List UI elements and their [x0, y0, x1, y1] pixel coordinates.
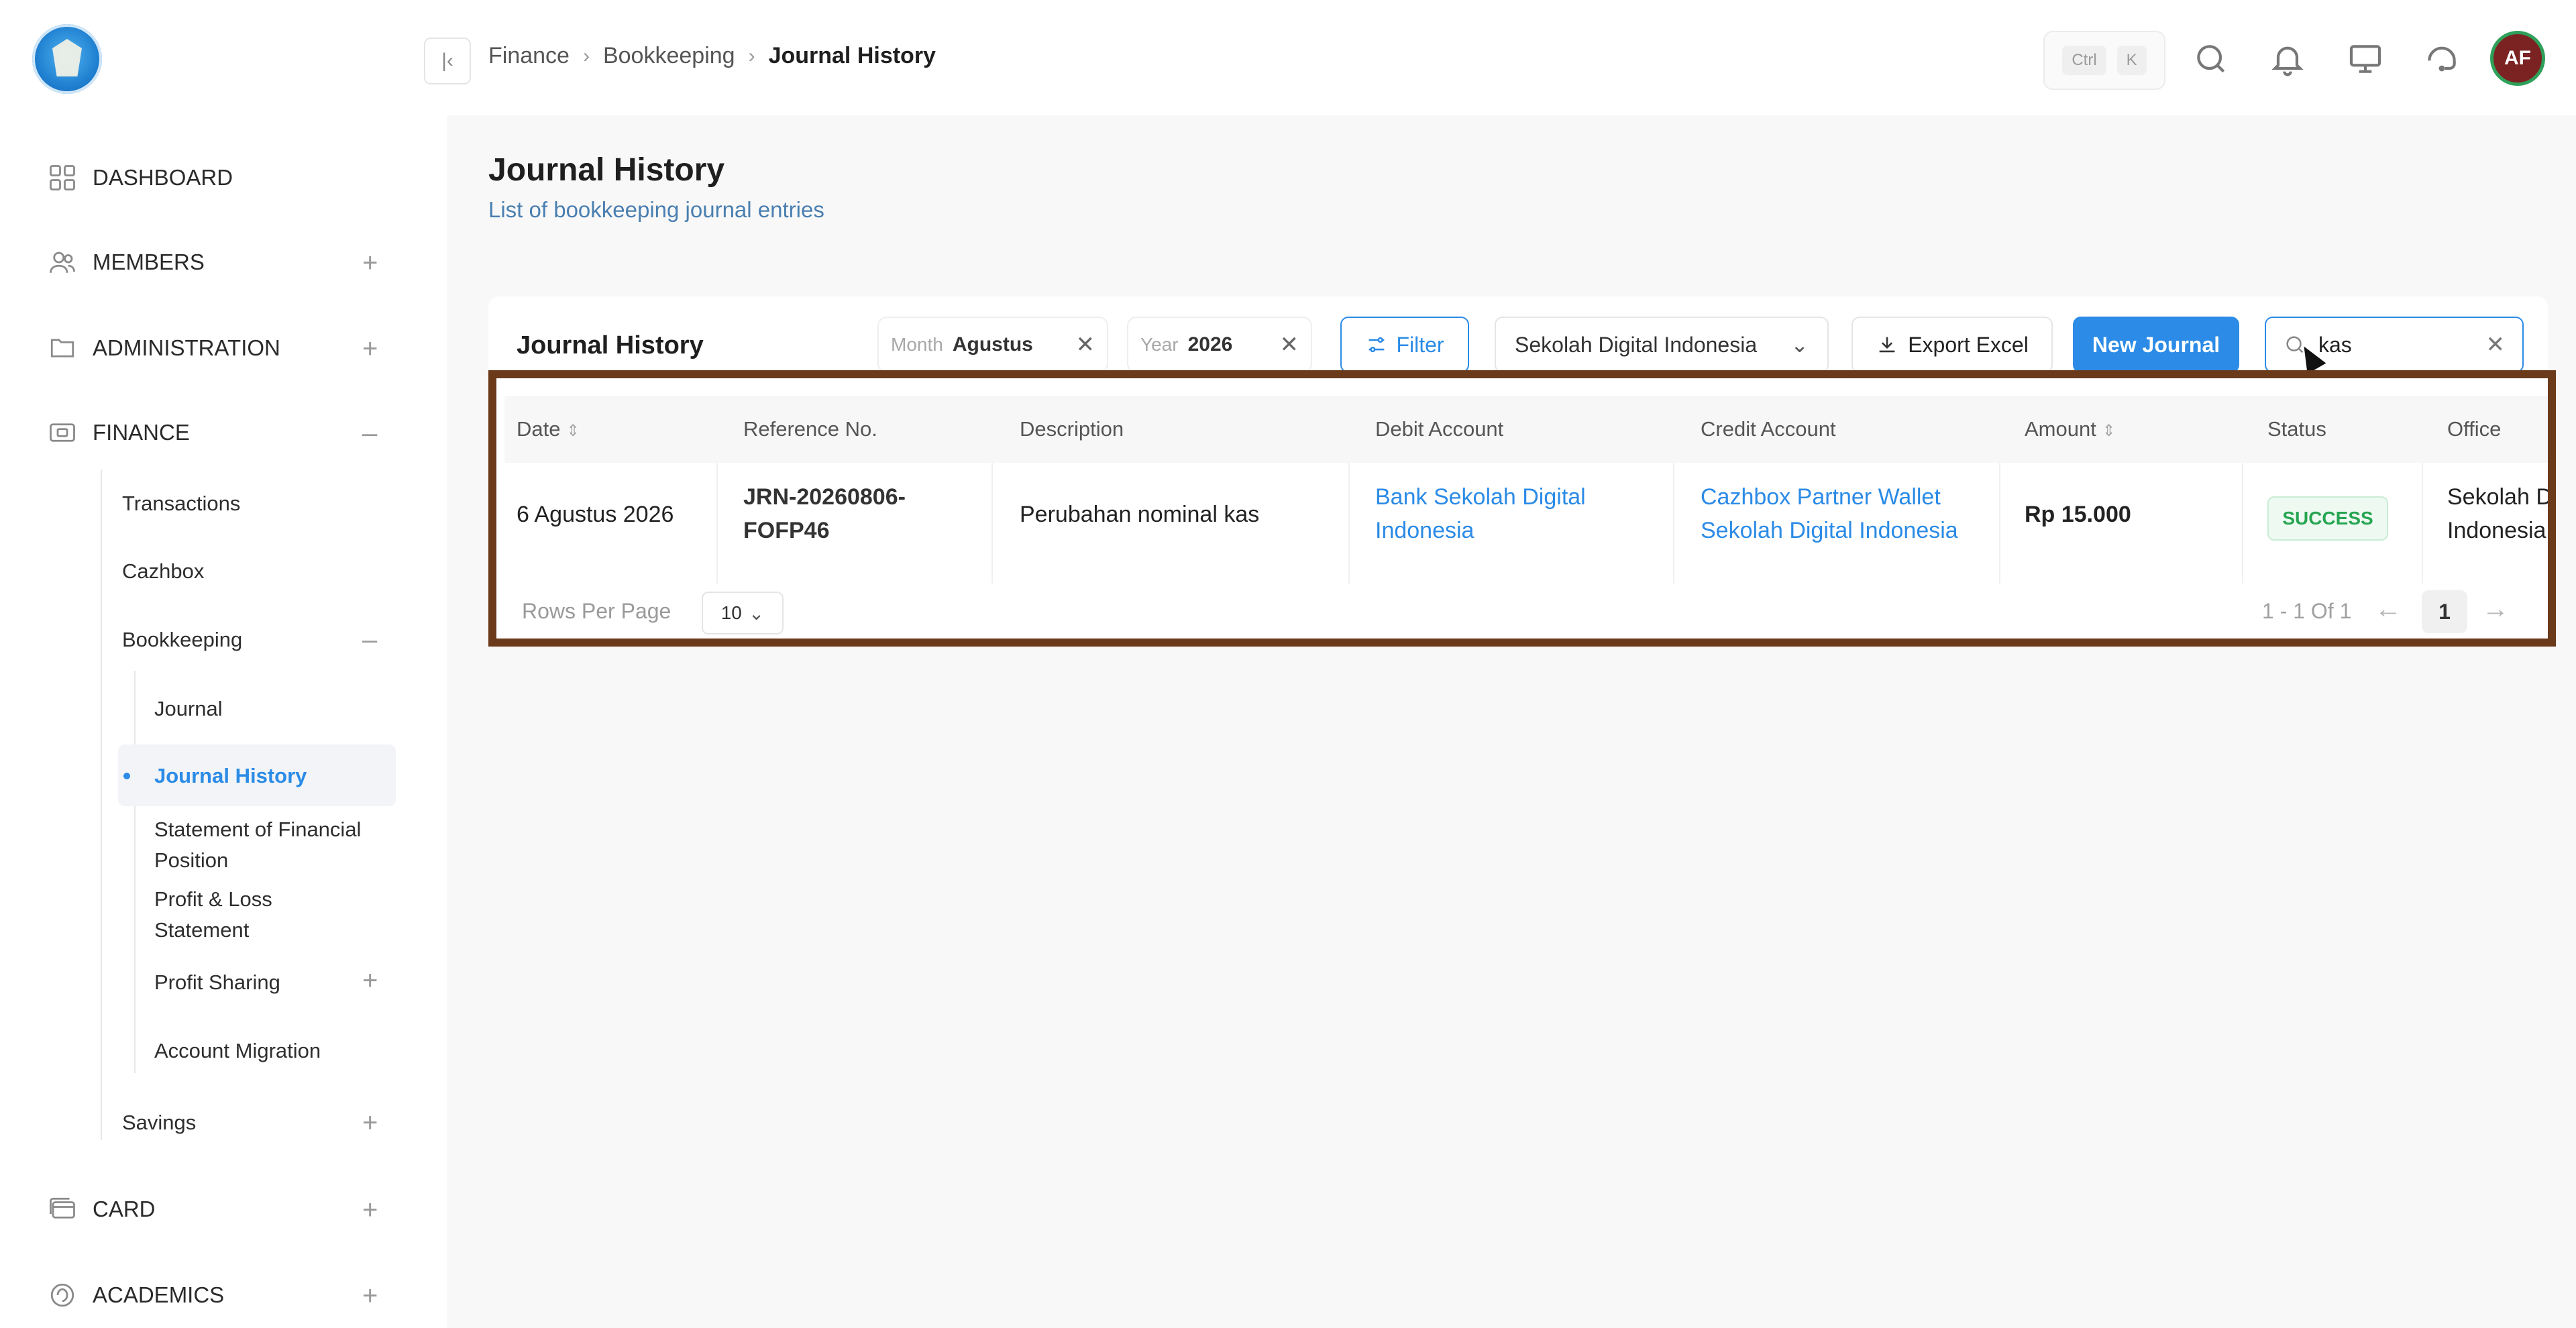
- breadcrumb-current: Journal History: [768, 43, 936, 68]
- breadcrumb: Finance › Bookkeeping › Journal History: [488, 43, 936, 69]
- clear-search-icon[interactable]: ✕: [2486, 331, 2506, 358]
- chevron-right-icon: ›: [748, 44, 755, 67]
- collapse-icon[interactable]: –: [362, 625, 377, 655]
- breadcrumb-item[interactable]: Finance: [488, 43, 570, 69]
- filter-button[interactable]: Filter: [1340, 317, 1469, 373]
- filter-button-label: Filter: [1396, 332, 1444, 357]
- command-palette-shortcut[interactable]: Ctrl K: [2043, 31, 2165, 90]
- export-excel-button[interactable]: Export Excel: [1851, 317, 2053, 373]
- sidebar-item-label: MEMBERS: [93, 250, 205, 274]
- search-input-value: kas: [2318, 332, 2352, 357]
- expand-icon[interactable]: +: [362, 1195, 378, 1225]
- collapse-sidebar-button[interactable]: |‹: [424, 38, 471, 85]
- sidebar-item-academics[interactable]: ACADEMICS: [48, 1281, 224, 1309]
- sidebar-item-account-migration[interactable]: Account Migration: [154, 1036, 321, 1066]
- support-icon[interactable]: [2423, 40, 2461, 78]
- sidebar-item-statement-financial-position[interactable]: Statement of Financial Position: [154, 814, 361, 876]
- wallet-icon: [50, 423, 75, 442]
- sidebar-item-label: ACADEMICS: [93, 1282, 225, 1307]
- chevron-right-icon: ›: [582, 44, 590, 67]
- expand-icon[interactable]: +: [362, 248, 378, 278]
- page-title: Journal History: [488, 152, 725, 188]
- sidebar-item-cazhbox[interactable]: Cazhbox: [122, 559, 204, 584]
- avatar[interactable]: AF: [2490, 31, 2545, 86]
- sidebar-item-label: ADMINISTRATION: [93, 335, 280, 360]
- sidebar-item-profit-loss-statement[interactable]: Profit & Loss Statement: [154, 884, 272, 946]
- sidebar-item-label: Position: [154, 848, 229, 872]
- office-select-value: Sekolah Digital Indonesia: [1515, 332, 1758, 357]
- collapse-left-icon: |‹: [441, 50, 453, 72]
- card-icon: [50, 1197, 75, 1219]
- sidebar-item-savings[interactable]: Savings: [122, 1111, 196, 1135]
- sidebar-item-administration[interactable]: ADMINISTRATION: [48, 334, 280, 362]
- sidebar-item-label: DASHBOARD: [93, 165, 233, 190]
- chevron-down-icon: ⌄: [1790, 333, 1809, 357]
- close-icon[interactable]: ✕: [1076, 331, 1095, 358]
- users-icon: [50, 252, 75, 273]
- monitor-icon[interactable]: [2347, 40, 2384, 78]
- sidebar-item-dashboard[interactable]: DASHBOARD: [48, 164, 233, 192]
- close-icon[interactable]: ✕: [1280, 331, 1299, 358]
- kbd-k: K: [2116, 46, 2147, 75]
- sidebar: DASHBOARD MEMBERS + ADMINISTRATION + FIN…: [0, 0, 447, 1328]
- folder-icon: [50, 339, 74, 357]
- sidebar-item-journal-history[interactable]: Journal History: [154, 761, 307, 791]
- collapse-icon[interactable]: –: [362, 419, 377, 449]
- chip-label: Year: [1140, 334, 1179, 355]
- new-journal-button[interactable]: New Journal: [2073, 317, 2239, 373]
- expand-icon[interactable]: +: [362, 334, 378, 364]
- card-title: Journal History: [517, 331, 704, 359]
- kbd-ctrl: Ctrl: [2062, 46, 2106, 75]
- active-indicator: [123, 773, 130, 779]
- grid-icon: [50, 165, 75, 190]
- chip-value: Agustus: [952, 333, 1033, 355]
- year-filter-chip[interactable]: Year 2026 ✕: [1127, 317, 1312, 373]
- sidebar-item-members[interactable]: MEMBERS: [48, 248, 205, 276]
- highlight-frame: [488, 370, 2556, 647]
- chip-label: Month: [891, 334, 943, 355]
- expand-icon[interactable]: +: [362, 966, 378, 996]
- export-button-label: Export Excel: [1908, 332, 2029, 357]
- sidebar-item-label: FINANCE: [93, 420, 190, 445]
- tree-line: [134, 671, 136, 1073]
- sidebar-item-label: Statement of Financial: [154, 818, 362, 841]
- sidebar-item-finance[interactable]: FINANCE: [48, 419, 190, 447]
- sidebar-item-label: CARD: [93, 1197, 156, 1221]
- sidebar-item-profit-sharing[interactable]: Profit Sharing: [154, 967, 280, 998]
- sidebar-item-bookkeeping[interactable]: Bookkeeping: [122, 628, 242, 652]
- sidebar-item-journal[interactable]: Journal: [154, 694, 223, 724]
- bell-icon[interactable]: [2269, 40, 2306, 78]
- academics-icon: [50, 1283, 74, 1307]
- month-filter-chip[interactable]: Month Agustus ✕: [877, 317, 1108, 373]
- expand-icon[interactable]: +: [362, 1281, 378, 1311]
- chip-value: 2026: [1187, 333, 1233, 355]
- breadcrumb-item[interactable]: Bookkeeping: [603, 43, 735, 69]
- office-select[interactable]: Sekolah Digital Indonesia ⌄: [1495, 317, 1829, 373]
- sidebar-item-card[interactable]: CARD: [48, 1195, 156, 1223]
- sidebar-item-label: Profit & Loss: [154, 887, 272, 911]
- sliders-icon: [1369, 337, 1385, 353]
- download-icon: [1879, 337, 1895, 353]
- sidebar-item-transactions[interactable]: Transactions: [122, 492, 240, 516]
- app-logo[interactable]: [32, 24, 102, 94]
- sidebar-item-label: Statement: [154, 918, 250, 942]
- page-subtitle: List of bookkeeping journal entries: [488, 197, 824, 222]
- search-icon[interactable]: [2192, 40, 2230, 78]
- tree-line: [101, 469, 102, 1140]
- expand-icon[interactable]: +: [362, 1108, 378, 1138]
